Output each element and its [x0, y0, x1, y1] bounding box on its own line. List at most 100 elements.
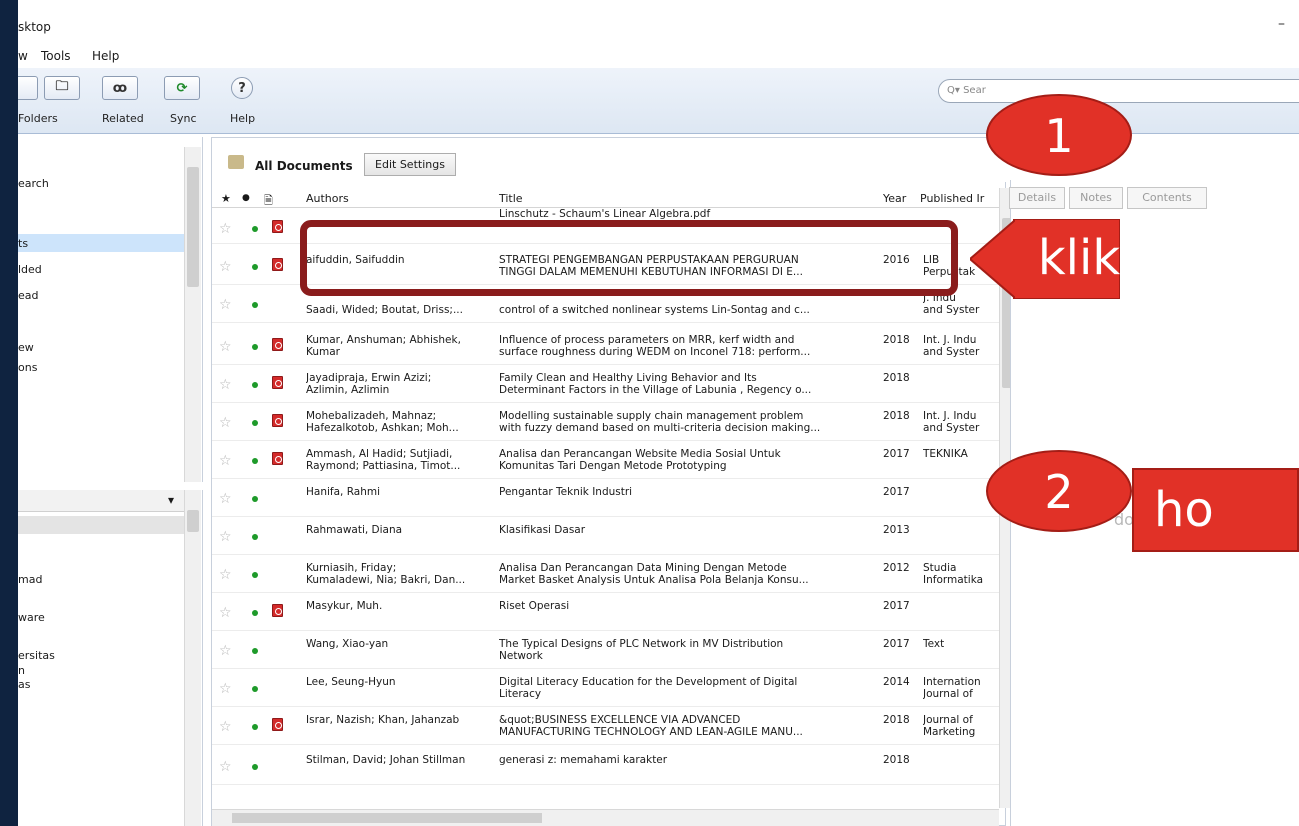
scrollbar-thumb[interactable]: [187, 167, 199, 287]
klik-callout: klik: [1037, 230, 1121, 286]
menu-bar: w Tools Help: [18, 44, 1299, 68]
scrollbar-thumb[interactable]: [187, 510, 199, 532]
sidebar-item-recently-read[interactable]: ead: [18, 289, 39, 302]
year-column-header[interactable]: Year: [883, 192, 906, 205]
groups-scrollbar[interactable]: [184, 490, 201, 826]
year-cell: 2018: [883, 714, 910, 726]
unread-dot-icon[interactable]: [252, 534, 258, 540]
author-cell: Mohebalizadeh, Mahnaz; Hafezalkotob, Ash…: [306, 410, 459, 434]
help-button[interactable]: ?: [231, 77, 253, 99]
unread-dot-icon[interactable]: [252, 610, 258, 616]
table-row[interactable]: ☆ Kurniasih, Friday; Kumaladewi, Nia; Bak…: [212, 556, 1007, 593]
star-icon[interactable]: ☆: [219, 453, 232, 469]
unread-dot-icon[interactable]: [252, 264, 258, 270]
star-icon[interactable]: ☆: [219, 567, 232, 583]
document-list-header: All Documents Edit Settings: [212, 138, 1007, 182]
pdf-icon: [272, 220, 283, 233]
column-headers: ★ ● 🗎 Authors Title Year Published Ir: [212, 188, 1007, 208]
unread-dot-icon[interactable]: [252, 572, 258, 578]
group-item-4[interactable]: n: [18, 664, 25, 677]
table-row[interactable]: ☆ Stilman, David; Johan Stillman generasi …: [212, 748, 1007, 785]
unread-dot-icon[interactable]: [252, 458, 258, 464]
document-list-hscrollbar[interactable]: [212, 809, 999, 826]
star-icon[interactable]: ☆: [219, 415, 232, 431]
star-icon[interactable]: ☆: [219, 259, 232, 275]
add-button-partial[interactable]: [18, 76, 38, 100]
search-input[interactable]: Q▾ Sear: [938, 79, 1299, 103]
file-column-icon[interactable]: 🗎: [264, 192, 273, 211]
sidebar-item-review[interactable]: ew: [18, 341, 34, 354]
star-column-icon[interactable]: ★: [221, 192, 231, 205]
unread-dot-icon[interactable]: [252, 724, 258, 730]
title-cell: Family Clean and Healthy Living Behavior…: [499, 372, 812, 396]
unread-dot-icon[interactable]: [252, 226, 258, 232]
author-cell: Kumar, Anshuman; Abhishek, Kumar: [306, 334, 461, 358]
menu-help[interactable]: Help: [92, 49, 119, 63]
group-item-5[interactable]: as: [18, 678, 30, 691]
published-cell: Int. J. Indu and Syster: [923, 410, 980, 434]
star-icon[interactable]: ☆: [219, 643, 232, 659]
published-column-header[interactable]: Published Ir: [920, 192, 984, 205]
unread-dot-icon[interactable]: [252, 302, 258, 308]
author-cell: Masykur, Muh.: [306, 600, 383, 612]
star-icon[interactable]: ☆: [219, 681, 232, 697]
unread-dot-icon[interactable]: [252, 496, 258, 502]
table-row[interactable]: ☆ Lee, Seung-Hyun Digital Literacy Educati…: [212, 670, 1007, 707]
table-row[interactable]: ☆ Kumar, Anshuman; Abhishek, Kumar Influen…: [212, 328, 1007, 365]
edit-settings-button[interactable]: Edit Settings: [364, 153, 456, 176]
folders-button[interactable]: 🗀: [44, 76, 80, 100]
group-item-2[interactable]: ware: [18, 611, 45, 624]
sidebar-item-search[interactable]: earch: [18, 177, 49, 190]
related-button[interactable]: ꝏ: [102, 76, 138, 100]
table-row[interactable]: ☆ Masykur, Muh. Riset Operasi 2017: [212, 594, 1007, 631]
group-item-1[interactable]: mad: [18, 573, 42, 586]
year-cell: 2017: [883, 600, 910, 612]
table-row[interactable]: ☆ Rahmawati, Diana Klasifikasi Dasar 2013: [212, 518, 1007, 555]
unread-dot-icon[interactable]: [252, 686, 258, 692]
star-icon[interactable]: ☆: [219, 491, 232, 507]
unread-dot-icon[interactable]: [252, 648, 258, 654]
table-row[interactable]: ☆ Wang, Xiao-yan The Typical Designs of PL…: [212, 632, 1007, 669]
pdf-icon: [272, 258, 283, 271]
sidebar-item-all-documents[interactable]: ts: [18, 237, 28, 250]
groups-dropdown-icon[interactable]: ▾: [168, 493, 174, 507]
unread-dot-icon[interactable]: [252, 344, 258, 350]
table-row[interactable]: ☆ Mohebalizadeh, Mahnaz; Hafezalkotob, As…: [212, 404, 1007, 441]
unread-dot-icon[interactable]: [252, 764, 258, 770]
title-column-header[interactable]: Title: [499, 192, 523, 205]
window-title: sktop: [18, 20, 51, 34]
menu-view[interactable]: w: [18, 49, 28, 63]
sidebar-item-recently-added[interactable]: lded: [18, 263, 42, 276]
star-icon[interactable]: ☆: [219, 221, 232, 237]
table-row[interactable]: ☆ Jayadipraja, Erwin Azizi; Azlimin, Azli…: [212, 366, 1007, 403]
year-cell: 2014: [883, 676, 910, 688]
step-2-badge: 2: [986, 450, 1132, 532]
unread-dot-icon[interactable]: [252, 382, 258, 388]
star-icon[interactable]: ☆: [219, 759, 232, 775]
star-icon[interactable]: ☆: [219, 529, 232, 545]
authors-column-header[interactable]: Authors: [306, 192, 349, 205]
read-column-icon[interactable]: ●: [242, 193, 250, 203]
star-icon[interactable]: ☆: [219, 377, 232, 393]
sync-button[interactable]: ⟳: [164, 76, 200, 100]
title-cell: Influence of process parameters on MRR, …: [499, 334, 811, 358]
sidebar-item-publications[interactable]: ons: [18, 361, 37, 374]
tab-contents[interactable]: Contents: [1127, 187, 1207, 209]
tab-details[interactable]: Details: [1009, 187, 1065, 209]
star-icon[interactable]: ☆: [219, 719, 232, 735]
star-icon[interactable]: ☆: [219, 339, 232, 355]
group-item-3[interactable]: ersitas: [18, 649, 55, 662]
related-icon: ꝏ: [112, 80, 128, 96]
library-scrollbar[interactable]: [184, 147, 201, 482]
table-row[interactable]: ☆ Ammash, Al Hadid; Sutjiadi, Raymond; Pa…: [212, 442, 1007, 479]
table-row[interactable]: ☆ Israr, Nazish; Khan, Jahanzab &quot;BUSI…: [212, 708, 1007, 745]
star-icon[interactable]: ☆: [219, 605, 232, 621]
star-icon[interactable]: ☆: [219, 297, 232, 313]
minimize-button[interactable]: –: [1278, 16, 1285, 32]
title-bar: sktop –: [18, 0, 1299, 44]
tab-notes[interactable]: Notes: [1069, 187, 1123, 209]
menu-tools[interactable]: Tools: [41, 49, 71, 63]
table-row[interactable]: ☆ Hanifa, Rahmi Pengantar Teknik Industri 2…: [212, 480, 1007, 517]
unread-dot-icon[interactable]: [252, 420, 258, 426]
hscrollbar-thumb[interactable]: [232, 813, 542, 823]
